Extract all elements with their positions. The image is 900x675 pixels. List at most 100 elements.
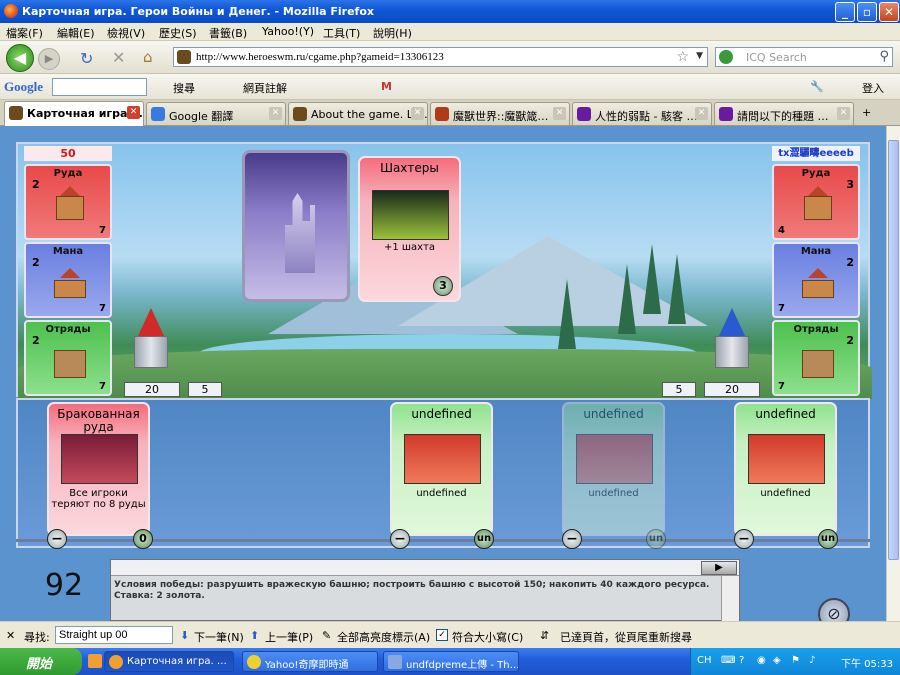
page-scrollbar[interactable] <box>886 126 900 621</box>
chat-input[interactable]: ▶ <box>111 560 739 576</box>
find-prev-arrow-icon[interactable]: ⬆ <box>250 629 259 642</box>
language-indicator[interactable]: CH <box>697 655 712 666</box>
quicklaunch-icon[interactable] <box>88 654 102 668</box>
discard-button[interactable]: − <box>562 529 582 549</box>
scroll-thumb[interactable] <box>888 140 899 560</box>
back-arrow-icon[interactable]: ◀ <box>6 44 34 72</box>
discard-button[interactable]: − <box>47 529 67 549</box>
taskbar-label: undfdpreme上傳 - Th… <box>406 660 519 671</box>
reload-icon[interactable]: ↻ <box>80 49 93 68</box>
find-status: 已達頁首，從頁尾重新搜尋 <box>560 631 692 644</box>
tab-close-icon[interactable]: ✕ <box>695 107 708 120</box>
card-description: undefined <box>588 488 639 499</box>
search-placeholder[interactable]: ICQ Search <box>746 51 807 64</box>
volume-icon[interactable]: ♪ <box>809 655 815 666</box>
log-scrollbar[interactable] <box>721 576 739 621</box>
card-description: Все игроки теряют по 8 руды <box>51 488 146 510</box>
tab-label: Google 翻譯 <box>169 110 234 123</box>
google-annotate-button[interactable]: 網頁註解 <box>243 80 287 96</box>
miners-image <box>372 190 449 240</box>
google-login[interactable]: 登入 <box>862 80 884 96</box>
tray-icon[interactable]: ◉ <box>757 655 766 666</box>
menu-edit[interactable]: 編輯(E) <box>57 25 95 41</box>
tab-yahoo-1[interactable]: 人性的弱點 - 駭客 … ✕ <box>572 102 712 125</box>
hand-card-1[interactable]: Бракованная руда Все игроки теряют по 8 … <box>47 402 150 536</box>
enemy-name: tx澀驪疇eeeeb <box>772 146 860 161</box>
tab-close-icon[interactable]: ✕ <box>127 106 140 119</box>
tree <box>618 264 636 334</box>
find-prev-button[interactable]: 上一筆(P) <box>265 629 313 645</box>
discard-button[interactable]: − <box>390 529 410 549</box>
bookmark-star-icon[interactable]: ☆ <box>676 49 689 65</box>
tab-close-icon[interactable]: ✕ <box>411 107 424 120</box>
close-button[interactable]: ✕ <box>879 2 899 22</box>
wrench-icon[interactable]: 🔧 <box>810 80 824 93</box>
menu-tools[interactable]: 工具(T) <box>323 25 360 41</box>
google-logo: Google <box>4 79 43 94</box>
system-tray: CH ⌨ ? ◉ ◈ ⚑ ♪ 下午 05:33 <box>690 648 900 675</box>
menu-help[interactable]: 說明(H) <box>373 25 412 41</box>
home-icon[interactable]: ⌂ <box>143 48 153 66</box>
tab-bar: Карточная игра.… ✕ Google 翻譯 ✕ About the g… <box>0 100 900 126</box>
tab-close-icon[interactable]: ✕ <box>837 107 850 120</box>
match-case-label[interactable]: 符合大小寫(C) <box>452 629 523 645</box>
address-bar[interactable]: http://www.heroeswm.ru/cgame.php?gameid=… <box>173 47 708 67</box>
search-engine-icon[interactable] <box>719 50 733 64</box>
menu-file[interactable]: 檔案(F) <box>6 25 43 41</box>
keyboard-icon[interactable]: ⌨ <box>721 655 735 666</box>
menu-yahoo[interactable]: Yahoo!(Y) <box>262 25 314 38</box>
tab-about-game[interactable]: About the game. Lor… ✕ <box>288 102 428 125</box>
url-text[interactable]: http://www.heroeswm.ru/cgame.php?gameid=… <box>196 51 444 63</box>
maximize-button[interactable]: ▫ <box>857 2 877 22</box>
minimize-button[interactable]: _ <box>835 2 855 22</box>
forward-arrow-icon[interactable]: ▶ <box>38 48 60 70</box>
resource-amount: 7 <box>778 303 785 314</box>
tab-yahoo-2[interactable]: 請問以下的種題 … ✕ <box>714 102 854 125</box>
discard-button[interactable]: − <box>734 529 754 549</box>
stop-icon[interactable]: ✕ <box>112 48 125 67</box>
find-input[interactable]: Straight up 00 <box>55 626 173 644</box>
card-cost: un <box>474 529 494 549</box>
menu-view[interactable]: 檢視(V) <box>107 25 145 41</box>
hand-card-4[interactable]: undefined undefined <box>734 402 837 536</box>
taskbar-yahoo[interactable]: Yahoo!奇摩即時通 <box>242 651 378 672</box>
new-tab-icon[interactable]: + <box>862 106 871 119</box>
find-next-arrow-icon[interactable]: ⬇ <box>180 629 189 642</box>
security-icon[interactable]: ⚑ <box>791 655 800 666</box>
google-search-input[interactable] <box>52 78 147 96</box>
highlight-pen-icon[interactable]: ✎ <box>322 629 331 642</box>
match-case-checkbox[interactable]: ✓ <box>436 629 448 641</box>
tree <box>643 244 661 314</box>
player-wall-height: 5 <box>188 382 222 397</box>
tab-wow[interactable]: 魔獸世界::魔獸箴… ✕ <box>430 102 570 125</box>
help-icon[interactable]: ? <box>739 655 744 666</box>
yahoo-messenger-icon <box>247 655 261 669</box>
search-box[interactable]: ICQ Search ⚲ <box>715 47 893 67</box>
hand-card-2[interactable]: undefined undefined <box>390 402 493 536</box>
highlight-all-button[interactable]: 全部高亮度標示(A) <box>337 629 430 645</box>
window-title-bar: Карточная игра. Герои Войны и Денег. - M… <box>0 0 900 23</box>
cow-image <box>576 434 653 484</box>
sound-toggle-icon[interactable]: ⊘ <box>818 598 850 621</box>
tab-card-game[interactable]: Карточная игра.… ✕ <box>4 101 144 126</box>
find-close-icon[interactable]: ✕ <box>6 629 15 642</box>
tab-google-translate[interactable]: Google 翻譯 ✕ <box>146 102 286 125</box>
send-arrow-icon[interactable]: ▶ <box>701 561 737 575</box>
hand-card-3[interactable]: undefined undefined <box>562 402 665 536</box>
taskbar-firefox[interactable]: Карточная игра. … <box>104 651 234 672</box>
start-button[interactable]: 開始 <box>0 648 82 675</box>
tab-close-icon[interactable]: ✕ <box>553 107 566 120</box>
menu-bookmarks[interactable]: 書籤(B) <box>209 25 247 41</box>
played-card: Шахтеры +1 шахта 3 <box>358 156 461 302</box>
menu-history[interactable]: 歷史(S) <box>159 25 197 41</box>
find-next-button[interactable]: 下一筆(N) <box>194 629 244 645</box>
network-icon[interactable]: ◈ <box>773 655 781 666</box>
google-search-button[interactable]: 搜尋 <box>173 80 195 96</box>
gmail-icon[interactable]: M <box>381 80 392 93</box>
tab-close-icon[interactable]: ✕ <box>269 107 282 120</box>
temple-building-icon <box>52 264 88 302</box>
taskbar-upload[interactable]: undfdpreme上傳 - Th… <box>383 651 519 672</box>
url-dropdown-icon[interactable]: ▼ <box>696 51 703 61</box>
card-title: Бракованная руда <box>57 407 140 434</box>
search-magnifier-icon[interactable]: ⚲ <box>879 49 889 64</box>
